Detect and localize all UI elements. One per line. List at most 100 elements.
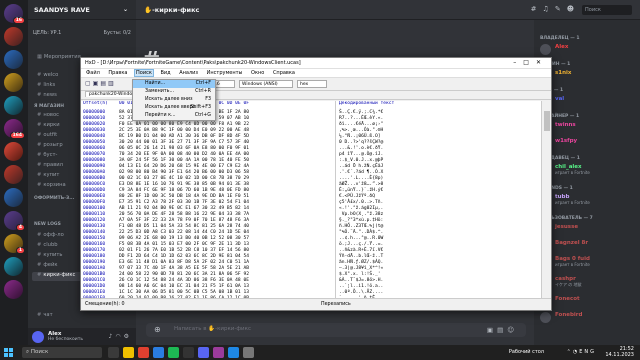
- row-decoded-text[interactable]: ,%>.¸œ...Ôà.".®H: [339, 128, 383, 133]
- server-icon[interactable]: 16: [4, 4, 25, 24]
- row-hex-bytes[interactable]: F5 08 3B 4A 01 15 03 E7 00 2F 0C 9F 2E 1…: [119, 242, 249, 247]
- scroll-thumb[interactable]: [544, 111, 550, 131]
- row-decoded-text[interactable]: ....'.L....È{8p): [339, 176, 383, 181]
- server-icon[interactable]: 164: [4, 119, 25, 139]
- row-decoded-text[interactable]: :.$_V.0.J..x.@þP: [339, 158, 383, 163]
- bell-icon[interactable]: ♫: [543, 5, 555, 13]
- row-hex-bytes[interactable]: DD F1 2D 64 C4 1D 1D 62 03 6C 8C 2D 9E 8…: [119, 254, 249, 259]
- edit-mode-status[interactable]: Перезапись: [321, 302, 351, 307]
- row-decoded-text[interactable]: §._?"3*xù.p.‡Hö:: [339, 218, 383, 223]
- row-decoded-text[interactable]: Š..Ç.€.ÿ.;.C¾.*€: [339, 110, 383, 115]
- server-icon[interactable]: 4: [4, 211, 25, 231]
- server-name[interactable]: SAANDYS RAVE ⌄: [28, 0, 136, 20]
- row-hex-bytes[interactable]: 20 56 70 0A DE 4F 28 58 B8 16 22 9E 04 3…: [119, 212, 249, 217]
- row-hex-bytes[interactable]: 70 34 20 EE 9F 0A 00 08 40 00 D2 40 0A E…: [119, 152, 249, 157]
- menu-item-find-prev[interactable]: Искать далее вверх Shift+F3: [133, 104, 215, 112]
- row-decoded-text[interactable]: R7..?...ÈŒ.èY.«.: [339, 116, 383, 121]
- members-icon[interactable]: ☻: [567, 5, 580, 13]
- row-hex-bytes[interactable]: 08 14 60 A6 6C 04 10 EC 31 04 21 F5 1F 6…: [119, 284, 249, 289]
- desktop-toolbar[interactable]: Рабочий стол: [509, 349, 544, 355]
- menu-search[interactable]: Поиск: [134, 69, 154, 77]
- server-icon[interactable]: [4, 188, 23, 207]
- row-decoded-text[interactable]: ãn.HÑ.ƒ.ØZ/.$ÀQ.: [339, 260, 383, 265]
- row-decoded-text[interactable]: ..¢.h...°@..R.0W: [339, 236, 383, 241]
- row-decoded-text[interactable]: 0 D..?>'q??šÇW?@: [339, 140, 383, 145]
- app-icon[interactable]: [168, 347, 179, 358]
- menu-window[interactable]: Окно: [250, 70, 265, 76]
- row-decoded-text[interactable]: Ýñ-dÄ..b.lŒ-ž..T: [339, 254, 383, 259]
- row-decoded-text[interactable]: .˜.€´.?ád ¶..Ó.X: [339, 170, 383, 175]
- channel-category[interactable]: Я МАГАЗИН: [34, 104, 64, 109]
- epic-games-icon[interactable]: [183, 347, 194, 358]
- member-item[interactable]: Alex: [540, 44, 568, 56]
- member-item[interactable]: Fonebird: [540, 312, 582, 324]
- server-icon[interactable]: [4, 280, 23, 299]
- server-icon[interactable]: 1: [4, 234, 25, 254]
- row-hex-bytes[interactable]: 26 C0 1C 12 54 88 24 4A 3D 06 38 F6 3E 0…: [119, 278, 249, 283]
- headphones-icon[interactable]: ◠: [115, 333, 123, 340]
- hxd-titlebar[interactable]: HxD - [D:\Игры\Fortnite\FortniteGame\Con…: [81, 58, 551, 69]
- menu-tools[interactable]: Инструменты: [206, 70, 244, 76]
- row-decoded-text[interactable]: õ.;J...ç./.Ÿ..=.: [339, 242, 383, 247]
- row-hex-bytes[interactable]: F0 EE 0A 01 00 00 80 E9 C4 0D 00 00 F8 A…: [119, 122, 249, 127]
- minimize-icon[interactable]: –: [513, 59, 523, 66]
- menu-item-find-next[interactable]: Искать далее вниз F3: [133, 96, 215, 104]
- gif-icon[interactable]: ▤: [497, 326, 507, 334]
- row-hex-bytes[interactable]: E3 6E 11 48 D1 0A 83 8F D8 5A 2F 02 24 C…: [119, 260, 249, 265]
- menu-item-replace[interactable]: Заменить... Ctrl+R: [133, 88, 215, 96]
- menu-file[interactable]: Файл: [85, 70, 101, 76]
- maximize-icon[interactable]: □: [523, 59, 536, 66]
- edge-icon[interactable]: [153, 347, 164, 358]
- language-indicator[interactable]: ENG: [579, 349, 596, 355]
- threads-icon[interactable]: #: [531, 5, 543, 13]
- row-hex-bytes[interactable]: 04 13 E1 64 20 D6 20 68 15 9E 4E 00 E7 C…: [119, 164, 249, 169]
- gear-icon[interactable]: ⚙: [124, 333, 132, 340]
- server-icon[interactable]: [4, 73, 23, 92]
- row-decoded-text[interactable]: ¼.°Ñ..­¡06Û.ß.O]: [339, 134, 381, 139]
- menu-item-find[interactable]: Найти... Ctrl+F: [133, 80, 215, 88]
- charset-select[interactable]: Windows (ANSI): [239, 80, 293, 88]
- row-decoded-text[interactable]: p4 îŸ...@.Ò@.îJ.: [339, 152, 383, 157]
- server-icon[interactable]: [4, 50, 23, 69]
- boost-goal[interactable]: ЦЕЛЬ: УР.1 Бусты: 0/2: [33, 30, 131, 38]
- row-hex-bytes[interactable]: 09 06 A2 2E 68 00 19 13 B0 40 0B 12 52 0…: [119, 236, 249, 241]
- row-decoded-text[interactable]: $.X".x. l:!Š._': [339, 272, 381, 277]
- row-decoded-text[interactable]: —.3|@.J8¥î_X*^!«: [339, 266, 383, 271]
- row-hex-bytes[interactable]: 06 05 0C 26 14 21 98 03 6F 0A E8 80 00 F…: [119, 146, 249, 151]
- menu-view[interactable]: Вид: [159, 70, 171, 76]
- menu-help[interactable]: Справка: [272, 70, 296, 76]
- row-hex-bytes[interactable]: 97 07 33 7C 40 1F 4A 38 A5 EE 5F 58 2A 5…: [119, 266, 249, 271]
- server-icon[interactable]: [4, 142, 23, 161]
- row-hex-bytes[interactable]: 00 02 1C 03 27 0E 4C 10 02 1D 00 C8 7B 3…: [119, 176, 249, 181]
- menu-item-goto[interactable]: Перейти к... Ctrl+G: [133, 112, 215, 120]
- app-icon[interactable]: [213, 347, 224, 358]
- row-decoded-text[interactable]: &À..Tˆ$J=.8ö>.H.: [339, 278, 383, 283]
- app-icon[interactable]: [228, 347, 239, 358]
- row-hex-bytes[interactable]: F1 0B 48 D5 11 04 5A 33 54 8C 81 25 6A 2…: [119, 224, 249, 229]
- row-hex-bytes[interactable]: 80 2E 8F 1D 00 3C 50 DB 18 4A 9E DD BA 1…: [119, 194, 249, 199]
- task-view-icon[interactable]: [108, 347, 119, 358]
- server-icon[interactable]: [4, 165, 23, 184]
- clock[interactable]: 21:52 14.11.2023: [605, 346, 634, 358]
- row-hex-bytes[interactable]: 2C 25 3E 0A B8 9C 1F 00 00 D4 E0 09 22 0…: [119, 128, 249, 133]
- offset-base-select[interactable]: hex: [297, 80, 327, 88]
- row-hex-bytes[interactable]: BC 19 B0 D1 04 00 AD A1 30 36 DB 0F DF 8…: [119, 134, 249, 139]
- row-decoded-text[interactable]: ãØŽ...v'ž8….”.>8: [339, 182, 383, 187]
- row-hex-bytes[interactable]: E7 35 91 C2 A3 78 2F 03 30 1B 7F 3E 02 5…: [119, 200, 249, 205]
- row-hex-bytes[interactable]: 02 01 F1 26 7A E0 1B 52 2B C8 10 37 EF 1…: [119, 248, 249, 253]
- row-hex-bytes[interactable]: 22 25 D3 0D A8 C3 03 22 08 14 44 C0 24 1…: [119, 230, 249, 235]
- gift-icon[interactable]: ▣: [487, 326, 497, 334]
- menu-edit[interactable]: Правка: [107, 70, 128, 76]
- menu-analysis[interactable]: Анализ: [178, 70, 199, 76]
- row-decoded-text[interactable]: ç5'Â£x/.0..>.Tñ.: [339, 200, 383, 205]
- start-button[interactable]: [4, 348, 13, 357]
- toolbar-icons[interactable]: ▢▣▤▥: [85, 80, 116, 87]
- row-decoded-text[interactable]: ñ.HÕ..Z3TŒ.%j(t@: [339, 224, 383, 229]
- taskbar-search[interactable]: ⌕ Поиск: [22, 347, 102, 358]
- row-hex-bytes[interactable]: 1C 1C 30 AA 06 D5 81 00 5C 0B C5 5A 08 1…: [119, 290, 249, 295]
- row-decoded-text[interactable]: ..ñ&zà.R+È.7ï.V€: [339, 248, 383, 253]
- channel-category[interactable]: NEW LOGS: [34, 222, 61, 227]
- yandex-icon[interactable]: [138, 347, 149, 358]
- row-decoded-text[interactable]: "%Ó.¨Ã."..DÀ$.^.: [339, 230, 383, 235]
- row-hex-bytes[interactable]: 02 98 00 80 B4 90 3F E1 64 20 B6 00 00 D…: [119, 170, 249, 175]
